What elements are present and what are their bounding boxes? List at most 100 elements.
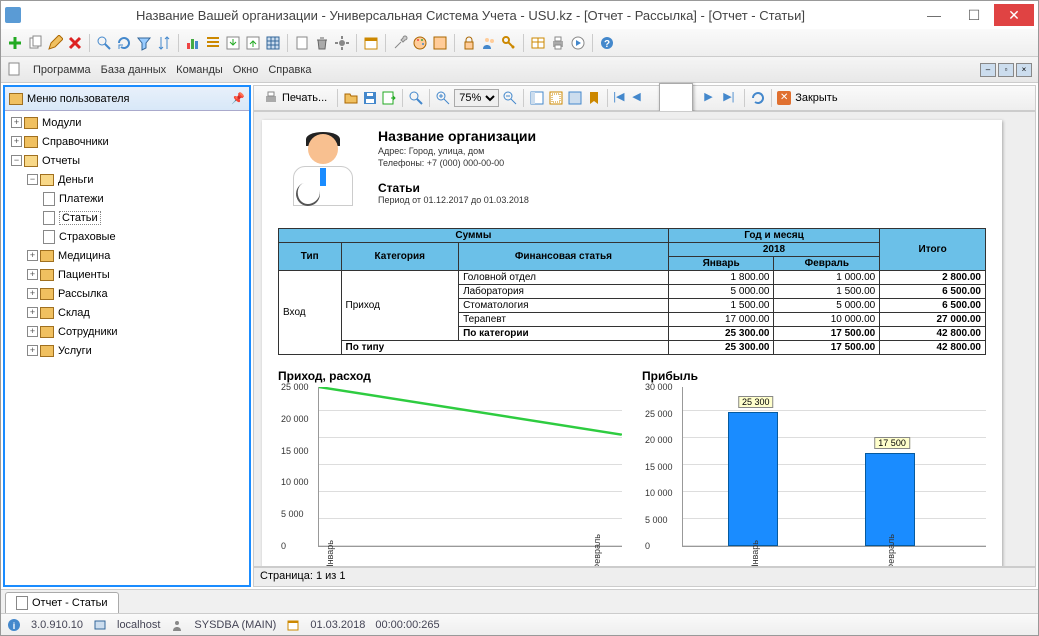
settings-icon[interactable] [334, 35, 350, 51]
users-icon[interactable] [481, 35, 497, 51]
layout-icon[interactable] [529, 90, 545, 106]
report-page: Название организации Адрес: Город, улица… [262, 120, 1002, 567]
menu-help[interactable]: Справка [268, 64, 311, 76]
expand-icon[interactable]: + [27, 307, 38, 318]
tree-warehouse[interactable]: +Склад [7, 303, 247, 322]
tree: +Модули +Справочники −Отчеты −Деньги Пла… [5, 111, 249, 585]
export-icon[interactable] [381, 90, 397, 106]
menu-program[interactable]: Программа [33, 64, 91, 76]
tab-report-articles[interactable]: Отчет - Статьи [5, 592, 119, 613]
tree-refs[interactable]: +Справочники [7, 132, 247, 151]
trash-icon[interactable] [314, 35, 330, 51]
expand-icon[interactable]: + [27, 345, 38, 356]
server-icon [93, 618, 107, 632]
prev-page-icon[interactable]: ◀ [632, 90, 648, 106]
mdi-close-button[interactable]: × [1016, 63, 1032, 77]
grid-export-icon[interactable] [265, 35, 281, 51]
tree-insurance[interactable]: Страховые [7, 227, 247, 246]
bookmarks-icon[interactable] [586, 90, 602, 106]
expand-icon[interactable]: + [27, 288, 38, 299]
tree-mailing[interactable]: +Рассылка [7, 284, 247, 303]
tree-articles[interactable]: Статьи [7, 208, 247, 227]
help-icon[interactable]: ? [599, 35, 615, 51]
close-report-button[interactable]: ✕Закрыть [777, 91, 837, 105]
sort-icon[interactable] [156, 35, 172, 51]
folder-icon [40, 307, 54, 319]
expand-icon[interactable]: + [11, 136, 22, 147]
add-icon[interactable] [7, 35, 23, 51]
refresh-report-icon[interactable] [750, 90, 766, 106]
maximize-button[interactable]: ☐ [954, 4, 994, 26]
refresh-icon[interactable] [116, 35, 132, 51]
line-chart: Приход, расход 0 5 000 10 000 15 000 20 … [278, 369, 622, 547]
print-button[interactable]: Печать... [258, 87, 332, 109]
menu-database[interactable]: База данных [101, 64, 167, 76]
expand-icon[interactable]: + [11, 117, 22, 128]
expand-icon[interactable]: + [27, 269, 38, 280]
collapse-icon[interactable]: − [27, 174, 38, 185]
lock-icon[interactable] [461, 35, 477, 51]
line-plot: 0 5 000 10 000 15 000 20 000 25 000 2018… [318, 387, 622, 547]
key-icon[interactable] [501, 35, 517, 51]
zoom-out-icon[interactable] [502, 90, 518, 106]
tree-medicine[interactable]: +Медицина [7, 246, 247, 265]
margins-icon[interactable] [548, 90, 564, 106]
tree-money[interactable]: −Деньги [7, 170, 247, 189]
filter-icon[interactable] [136, 35, 152, 51]
titlebar: Название Вашей организации - Универсальн… [1, 1, 1038, 29]
doc-icon [43, 192, 55, 206]
design-icon[interactable] [432, 35, 448, 51]
org-phones: Телефоны: +7 (000) 000-00-00 [378, 158, 536, 170]
table-icon[interactable] [530, 35, 546, 51]
tree-staff[interactable]: +Сотрудники [7, 322, 247, 341]
calendar-icon[interactable] [363, 35, 379, 51]
tree-patients[interactable]: +Пациенты [7, 265, 247, 284]
close-button[interactable]: ✕ [994, 4, 1034, 26]
zoom-icon[interactable] [435, 90, 451, 106]
search-icon[interactable] [96, 35, 112, 51]
export-icon[interactable] [225, 35, 241, 51]
open-icon[interactable] [343, 90, 359, 106]
menu-window[interactable]: Окно [233, 64, 259, 76]
print-icon[interactable] [550, 35, 566, 51]
folder-icon [24, 117, 38, 129]
folder-icon [9, 93, 23, 105]
copy-icon[interactable] [27, 35, 43, 51]
pin-icon[interactable]: 📌 [231, 92, 245, 105]
expand-icon[interactable]: + [27, 250, 38, 261]
mdi-restore-button[interactable]: ▫ [998, 63, 1014, 77]
expand-icon[interactable]: + [27, 326, 38, 337]
next-page-icon[interactable]: ▶ [704, 90, 720, 106]
table-subtotal: По типу25 300.0017 500.0042 800.00 [279, 341, 986, 355]
list-icon[interactable] [205, 35, 221, 51]
play-icon[interactable] [570, 35, 586, 51]
menubar: Программа База данных Команды Окно Справ… [1, 57, 1038, 83]
tools-icon[interactable] [392, 35, 408, 51]
report-viewport[interactable]: Название организации Адрес: Город, улица… [253, 111, 1036, 567]
minimize-button[interactable]: — [914, 4, 954, 26]
delete-icon[interactable] [67, 35, 83, 51]
collapse-icon[interactable]: − [11, 155, 22, 166]
first-page-icon[interactable]: |◀ [613, 90, 629, 106]
save-icon[interactable] [362, 90, 378, 106]
menu-commands[interactable]: Команды [176, 64, 223, 76]
edit-icon[interactable] [47, 35, 63, 51]
view-icon[interactable] [567, 90, 583, 106]
tree-payments[interactable]: Платежи [7, 189, 247, 208]
template-icon[interactable] [294, 35, 310, 51]
mdi-minimize-button[interactable]: – [980, 63, 996, 77]
tree-reports[interactable]: −Отчеты [7, 151, 247, 170]
tree-services[interactable]: +Услуги [7, 341, 247, 360]
folder-icon [40, 326, 54, 338]
import-icon[interactable] [245, 35, 261, 51]
window-title: Название Вашей организации - Универсальн… [27, 8, 914, 23]
folder-open-icon [40, 174, 54, 186]
zoom-select[interactable]: 75% [454, 89, 499, 107]
status-date: 01.03.2018 [310, 619, 365, 631]
last-page-icon[interactable]: ▶| [723, 90, 739, 106]
chart-icon[interactable] [185, 35, 201, 51]
tree-modules[interactable]: +Модули [7, 113, 247, 132]
page-input[interactable] [659, 83, 693, 113]
find-icon[interactable] [408, 90, 424, 106]
palette-icon[interactable] [412, 35, 428, 51]
